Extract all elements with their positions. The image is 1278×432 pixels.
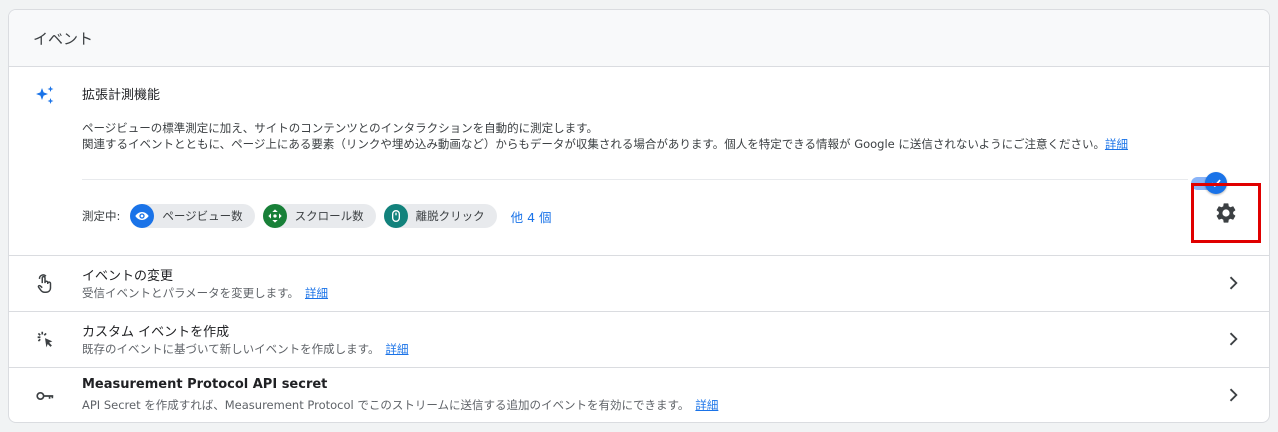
more-events-link[interactable]: 他 4 個 [511, 207, 552, 226]
measuring-label: 測定中: [82, 209, 121, 223]
row-subtitle: 既存のイベントに基づいて新しいイベントを作成します。 詳細 [82, 341, 409, 357]
chip-label: 離脱クリック [415, 209, 485, 223]
description-line-2: 関連するイベントとともに、ページ上にある要素（リンクや埋め込み動画など）からもデ… [82, 136, 1192, 152]
mouse-icon [383, 204, 408, 228]
scroll-icon [262, 204, 287, 228]
eye-icon [130, 204, 155, 228]
touch-icon [33, 272, 57, 296]
row-subtitle-text: 受信イベントとパラメータを変更します。 [82, 286, 300, 300]
chevron-right-icon [1229, 276, 1238, 290]
row-modify-events[interactable]: イベントの変更 受信イベントとパラメータを変更します。 詳細 [9, 256, 1269, 312]
row-measurement-protocol[interactable]: Measurement Protocol API secret API Secr… [9, 368, 1269, 422]
details-link[interactable]: 詳細 [1105, 137, 1128, 151]
gear-icon[interactable] [1214, 201, 1238, 225]
description-line-1: ページビューの標準測定に加え、サイトのコンテンツとのインタラクションを自動的に測… [82, 121, 598, 135]
chip-label: スクロール数 [294, 209, 364, 223]
row-details-link[interactable]: 詳細 [305, 286, 328, 300]
enhanced-measurement-title: 拡張計測機能 [82, 88, 161, 103]
row-subtitle: API Secret を作成すれば、Measurement Protocol で… [82, 397, 718, 413]
section-divider [82, 179, 1188, 180]
click-icon [33, 328, 57, 352]
row-title: カスタム イベントを作成 [82, 325, 230, 340]
row-subtitle-text: API Secret を作成すれば、Measurement Protocol で… [82, 398, 690, 412]
row-create-custom-event[interactable]: カスタム イベントを作成 既存のイベントに基づいて新しいイベントを作成します。詳… [9, 312, 1269, 368]
row-details-link[interactable]: 詳細 [386, 342, 409, 356]
card-title: イベント [33, 29, 94, 48]
chip-label: ページビュー数 [162, 209, 243, 223]
events-card: イベント 拡張計測機能 ページビューの標準測定に加え、サイトのコンテンツとのイン… [8, 9, 1270, 423]
chip-outbound-clicks: 離脱クリック [383, 204, 497, 228]
measuring-row: 測定中: ページビュー数 スクロール数 離脱クリック 他 4 個 [82, 203, 552, 229]
enhanced-measurement-section: 拡張計測機能 ページビューの標準測定に加え、サイトのコンテンツとのインタラクショ… [9, 67, 1269, 256]
chip-scrolls: スクロール数 [262, 204, 376, 228]
enhanced-measurement-description: ページビューの標準測定に加え、サイトのコンテンツとのインタラクションを自動的に測… [82, 120, 1192, 152]
chevron-right-icon [1229, 332, 1238, 346]
row-title: イベントの変更 [82, 269, 174, 284]
row-details-link[interactable]: 詳細 [695, 398, 718, 412]
card-header: イベント [9, 10, 1269, 67]
chevron-right-icon [1229, 388, 1238, 402]
row-subtitle: 受信イベントとパラメータを変更します。 詳細 [82, 285, 328, 301]
chip-page-views: ページビュー数 [130, 204, 255, 228]
description-line-2-text: 関連するイベントとともに、ページ上にある要素（リンクや埋め込み動画など）からもデ… [82, 137, 1105, 151]
key-icon [33, 384, 57, 408]
sparkle-icon [36, 86, 54, 104]
row-title: Measurement Protocol API secret [82, 377, 328, 392]
row-subtitle-text: 既存のイベントに基づいて新しいイベントを作成します。 [82, 342, 380, 356]
settings-highlight-box [1191, 183, 1261, 243]
